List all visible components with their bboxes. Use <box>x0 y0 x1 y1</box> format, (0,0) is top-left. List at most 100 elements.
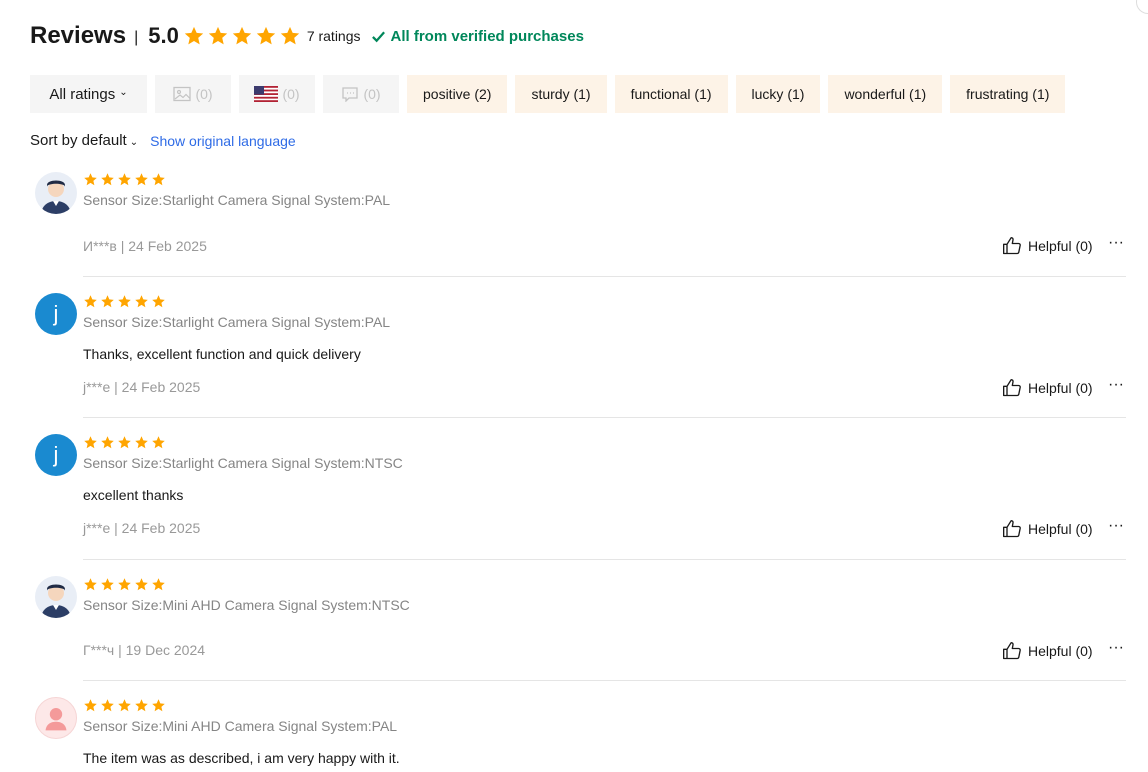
star-icon <box>135 699 148 712</box>
review-stars <box>83 294 166 309</box>
review-sku: Sensor Size:Starlight Camera Signal Syst… <box>83 192 391 208</box>
review-divider <box>83 559 1126 560</box>
star-icon <box>118 699 131 712</box>
star-icon <box>118 173 131 186</box>
star-icon <box>208 26 227 45</box>
star-icon <box>256 26 275 45</box>
review-meta: Г***ч | 19 Dec 2024 <box>83 642 206 658</box>
tag-sturdy[interactable]: sturdy (1) <box>515 75 607 113</box>
all-ratings-dropdown[interactable]: All ratings ⌄ <box>30 75 147 113</box>
image-icon <box>173 86 192 102</box>
comment-icon <box>342 87 359 102</box>
star-icon <box>101 173 114 186</box>
review-sku: Sensor Size:Starlight Camera Signal Syst… <box>83 314 391 330</box>
review-text: The item was as described, i am very hap… <box>83 750 400 766</box>
review-meta: И***в | 24 Feb 2025 <box>83 238 207 254</box>
tag-lucky[interactable]: lucky (1) <box>735 75 821 113</box>
more-options-icon[interactable]: ··· <box>1108 234 1124 252</box>
star-icon <box>135 295 148 308</box>
review-text: Thanks, excellent function and quick del… <box>83 346 361 362</box>
review-stars <box>83 172 166 187</box>
star-icon <box>118 578 131 591</box>
review-divider <box>83 417 1126 418</box>
filter-by-country[interactable]: (0) <box>239 75 315 113</box>
helpful-label: Helpful (0) <box>1028 521 1093 537</box>
review-item: Sensor Size:Mini AHD Camera Signal Syste… <box>30 694 1126 772</box>
star-icon <box>101 578 114 591</box>
helpful-button[interactable]: Helpful (0) <box>1002 236 1093 256</box>
star-icon <box>152 173 165 186</box>
all-ratings-label: All ratings <box>49 85 116 103</box>
average-stars <box>183 25 301 47</box>
star-icon <box>101 436 114 449</box>
more-options-icon[interactable]: ··· <box>1108 517 1124 535</box>
filter-with-photos[interactable]: (0) <box>155 75 231 113</box>
star-icon <box>152 436 165 449</box>
review-filters: All ratings ⌄ (0) (0) (0) positive (2) s… <box>30 75 1066 113</box>
star-icon <box>84 173 97 186</box>
photo-count: (0) <box>195 86 213 102</box>
helpful-label: Helpful (0) <box>1028 380 1093 396</box>
thumbs-up-icon <box>1003 379 1021 397</box>
star-icon <box>232 26 251 45</box>
scroll-corner-button[interactable] <box>1136 0 1148 14</box>
thumbs-up-icon <box>1003 237 1021 255</box>
chevron-down-icon: ⌄ <box>129 137 139 148</box>
average-score: 5.0 <box>148 23 179 48</box>
show-original-language-link[interactable]: Show original language <box>150 133 296 149</box>
review-meta: j***e | 24 Feb 2025 <box>83 520 201 536</box>
tag-wonderful[interactable]: wonderful (1) <box>828 75 943 113</box>
sort-bar: Sort by default ⌄ Show original language <box>30 132 296 149</box>
tag-positive[interactable]: positive (2) <box>407 75 508 113</box>
star-icon <box>184 26 203 45</box>
comment-count: (0) <box>363 86 381 102</box>
review-sku: Sensor Size:Starlight Camera Signal Syst… <box>83 455 403 471</box>
checkmark-icon <box>371 31 385 42</box>
review-sku: Sensor Size:Mini AHD Camera Signal Syste… <box>83 597 410 613</box>
review-stars <box>83 435 166 450</box>
us-flag-icon <box>254 86 279 102</box>
star-icon <box>101 295 114 308</box>
star-icon <box>118 295 131 308</box>
star-icon <box>118 436 131 449</box>
review-stars <box>83 577 166 592</box>
helpful-button[interactable]: Helpful (0) <box>1002 378 1093 398</box>
tag-functional[interactable]: functional (1) <box>614 75 728 113</box>
more-options-icon[interactable]: ··· <box>1108 376 1124 394</box>
review-meta: j***e | 24 Feb 2025 <box>83 379 201 395</box>
review-text: excellent thanks <box>83 487 184 503</box>
thumbs-up-icon <box>1003 642 1021 660</box>
review-item: j Sensor Size:Starlight Camera Signal Sy… <box>30 290 1126 418</box>
sort-dropdown[interactable]: Sort by default ⌄ <box>30 132 138 149</box>
star-icon <box>280 26 299 45</box>
reviews-header: Reviews | 5.0 7 ratings All from verifie… <box>30 20 584 52</box>
star-icon <box>152 578 165 591</box>
star-icon <box>135 173 148 186</box>
verified-purchases-badge: All from verified purchases <box>371 28 584 45</box>
user-avatar-icon <box>35 576 77 618</box>
country-count: (0) <box>282 86 300 102</box>
star-icon <box>84 699 97 712</box>
thumbs-up-icon <box>1003 520 1021 538</box>
verified-label: All from verified purchases <box>390 27 584 45</box>
star-icon <box>135 578 148 591</box>
star-icon <box>84 295 97 308</box>
user-avatar-icon <box>35 172 77 214</box>
tag-frustrating[interactable]: frustrating (1) <box>950 75 1066 113</box>
star-icon <box>84 436 97 449</box>
helpful-button[interactable]: Helpful (0) <box>1002 519 1093 539</box>
filter-with-comments[interactable]: (0) <box>323 75 399 113</box>
helpful-button[interactable]: Helpful (0) <box>1002 641 1093 661</box>
user-avatar-icon: j <box>35 434 77 476</box>
review-item: Sensor Size:Starlight Camera Signal Syst… <box>30 168 1126 277</box>
star-icon <box>135 436 148 449</box>
star-icon <box>84 578 97 591</box>
sort-label: Sort by default <box>30 132 127 149</box>
star-icon <box>152 295 165 308</box>
more-options-icon[interactable]: ··· <box>1108 639 1124 657</box>
ratings-count: 7 ratings <box>306 28 361 44</box>
review-stars <box>83 698 166 713</box>
review-item: j Sensor Size:Starlight Camera Signal Sy… <box>30 431 1126 560</box>
review-divider <box>83 276 1126 277</box>
chevron-down-icon: ⌄ <box>119 87 128 98</box>
